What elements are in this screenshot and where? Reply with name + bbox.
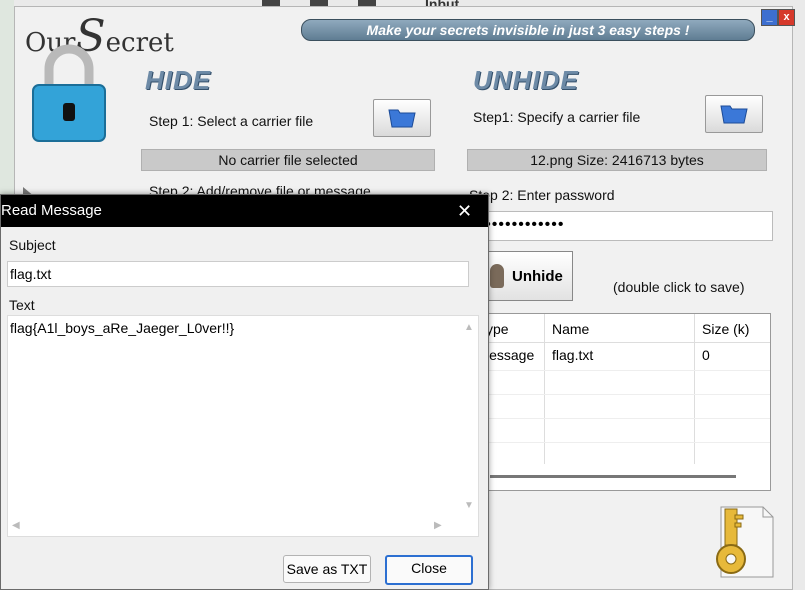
vertical-scrollbar[interactable]: ▲ ▼	[460, 316, 478, 516]
unhide-step2-label: Step 2: Enter password	[469, 187, 615, 203]
table-header: ype Name Size (k)	[466, 314, 770, 343]
scroll-left-icon[interactable]: ◀	[12, 520, 20, 531]
scroll-right-icon[interactable]: ▶	[434, 520, 442, 531]
read-message-dialog: Read Message ✕ Subject flag.txt Text fla…	[0, 194, 489, 590]
scroll-up-icon[interactable]: ▲	[464, 322, 474, 333]
hide-step1-label: Step 1: Select a carrier file	[149, 113, 314, 129]
message-text-area[interactable]: flag{A1l_boys_aRe_Jaeger_L0ver!!} ▲ ▼ ◀ …	[7, 315, 479, 537]
unhide-step1-label: Step1: Specify a carrier file	[473, 109, 641, 125]
unhide-select-carrier-button[interactable]	[705, 95, 763, 133]
horizontal-scrollbar[interactable]: ◀ ▶	[8, 518, 460, 536]
unhide-button[interactable]: Unhide	[485, 251, 573, 301]
folder-icon	[720, 105, 748, 124]
table-horizontal-scrollbar[interactable]	[490, 475, 736, 478]
subject-field[interactable]: flag.txt	[7, 261, 469, 287]
column-header-type[interactable]: ype	[486, 316, 509, 342]
subject-label: Subject	[9, 237, 56, 253]
unhide-carrier-status: 12.png Size: 2416713 bytes	[467, 149, 767, 171]
column-header-size[interactable]: Size (k)	[702, 316, 749, 342]
unhide-title: UNHIDE	[473, 65, 579, 95]
column-header-name[interactable]: Name	[552, 316, 589, 342]
close-button[interactable]: Close	[385, 555, 473, 585]
minimize-button[interactable]: _	[761, 9, 778, 26]
scroll-down-icon[interactable]: ▼	[464, 500, 474, 511]
message-text: flag{A1l_boys_aRe_Jaeger_L0ver!!}	[10, 320, 235, 336]
person-icon	[490, 264, 504, 288]
close-icon[interactable]: ✕	[457, 195, 472, 227]
dialog-titlebar: Read Message ✕	[1, 195, 488, 227]
dialog-title: Read Message	[1, 202, 102, 219]
extracted-files-table[interactable]: ype Name Size (k) lessage flag.txt 0	[465, 313, 771, 491]
text-label: Text	[9, 297, 35, 313]
key-icon[interactable]	[701, 501, 775, 579]
banner-slogan: Make your secrets invisible in just 3 ea…	[301, 19, 755, 41]
lock-icon	[32, 44, 106, 142]
hide-title: HIDE	[145, 65, 212, 95]
close-window-button[interactable]: x	[778, 9, 795, 26]
hide-carrier-status: No carrier file selected	[141, 149, 435, 171]
save-as-txt-button[interactable]: Save as TXT	[283, 555, 371, 583]
hide-select-carrier-button[interactable]	[373, 99, 431, 137]
folder-icon	[388, 109, 416, 128]
password-field[interactable]: ••••••••••••••	[465, 211, 773, 241]
double-click-hint: (double click to save)	[613, 279, 745, 295]
